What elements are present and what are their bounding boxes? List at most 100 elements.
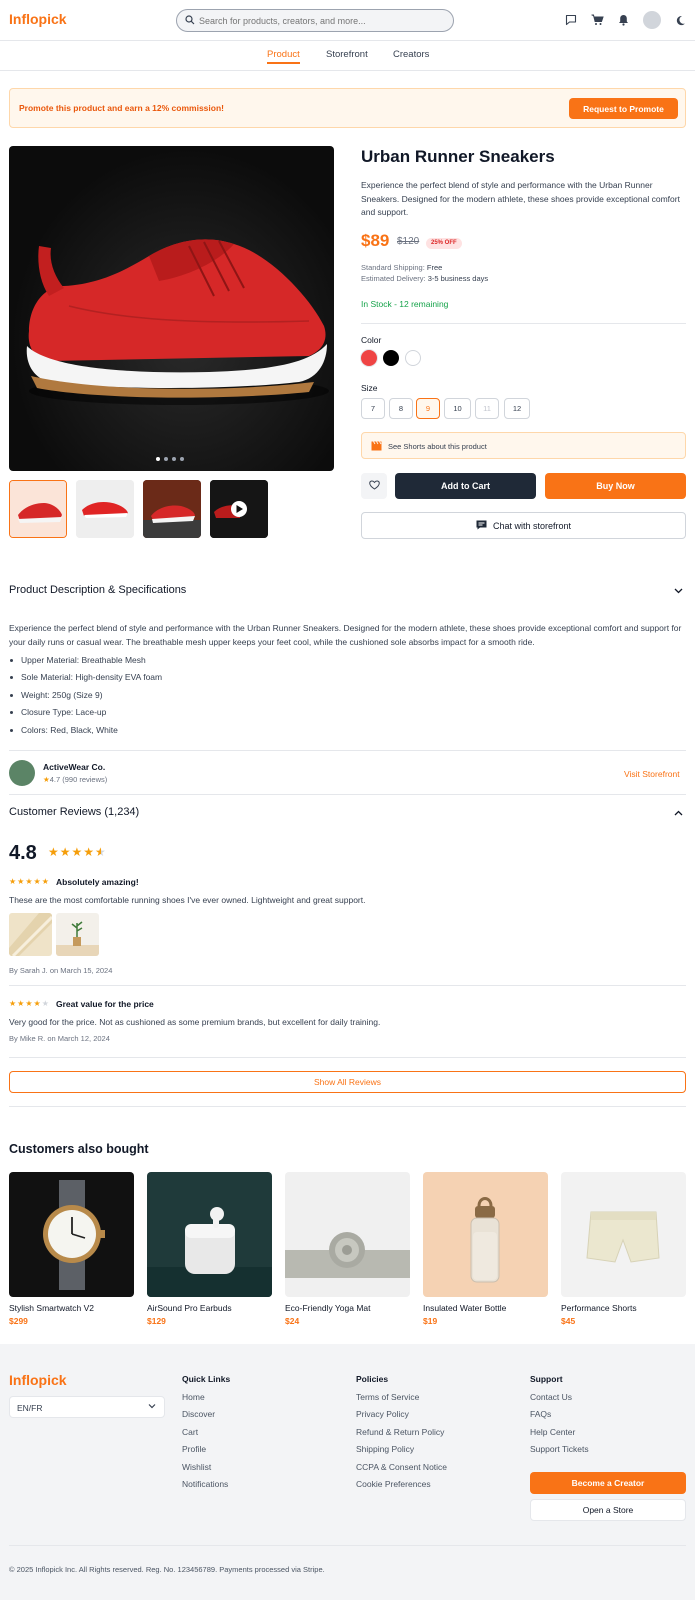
pager-dot[interactable] <box>156 457 160 461</box>
size-option-7[interactable]: 7 <box>361 398 385 419</box>
moon-icon[interactable] <box>672 12 688 28</box>
description-section-title[interactable]: Product Description & Specifications <box>9 584 186 596</box>
review-1-title: Absolutely amazing! <box>56 877 139 887</box>
delivery-info: Estimated Delivery: 3-5 business days <box>361 274 488 283</box>
open-store-button[interactable]: Open a Store <box>530 1499 686 1521</box>
footer-link-privacy[interactable]: Privacy Policy <box>356 1409 447 1426</box>
show-all-reviews-button[interactable]: Show All Reviews <box>9 1071 686 1093</box>
size-option-11[interactable]: 11 <box>475 398 499 419</box>
main-product-image[interactable] <box>9 146 334 471</box>
size-option-12[interactable]: 12 <box>504 398 530 419</box>
add-to-cart-button[interactable]: Add to Cart <box>395 473 536 499</box>
reviews-section-title[interactable]: Customer Reviews (1,234) <box>9 806 139 818</box>
pager-dot[interactable] <box>180 457 184 461</box>
footer-link-wishlist[interactable]: Wishlist <box>182 1462 230 1479</box>
product-card-name: Stylish Smartwatch V2 <box>9 1303 95 1313</box>
product-card[interactable]: Performance Shorts $45 <box>561 1172 686 1326</box>
request-promote-button[interactable]: Request to Promote <box>569 98 678 119</box>
search-bar[interactable] <box>176 9 454 32</box>
chat-icon[interactable] <box>563 12 579 28</box>
tab-creators[interactable]: Creators <box>393 49 429 60</box>
color-swatch-black[interactable] <box>383 350 399 366</box>
pager-dot[interactable] <box>164 457 168 461</box>
seller-avatar[interactable] <box>9 760 35 786</box>
thumbnail-1[interactable] <box>9 480 67 538</box>
seller-name[interactable]: ActiveWear Co. <box>43 762 105 772</box>
thumbnail-3[interactable] <box>143 480 201 538</box>
visit-storefront-link[interactable]: Visit Storefront <box>624 769 680 779</box>
footer-link-contact[interactable]: Contact Us <box>530 1392 589 1409</box>
shoe-thumb-image <box>143 480 201 538</box>
half-star-icon: ★ <box>95 845 107 859</box>
footer-link-terms[interactable]: Terms of Service <box>356 1392 447 1409</box>
spec-list: Upper Material: Breathable Mesh Sole Mat… <box>9 655 162 742</box>
review-1-stars: ★★★★★ <box>9 877 50 886</box>
product-card[interactable]: Eco-Friendly Yoga Mat $24 <box>285 1172 410 1326</box>
product-card[interactable]: Insulated Water Bottle $19 <box>423 1172 548 1326</box>
footer-link-cookies[interactable]: Cookie Preferences <box>356 1479 447 1496</box>
footer-link-refund[interactable]: Refund & Return Policy <box>356 1427 447 1444</box>
shorts-image <box>561 1172 686 1297</box>
footer-link-discover[interactable]: Discover <box>182 1409 230 1426</box>
tab-product[interactable]: Product <box>267 49 300 60</box>
footer-link-faqs[interactable]: FAQs <box>530 1409 589 1426</box>
tab-storefront[interactable]: Storefront <box>326 49 368 60</box>
spec-item: Sole Material: High-density EVA foam <box>9 672 162 689</box>
divider <box>361 323 686 324</box>
pager-dot[interactable] <box>172 457 176 461</box>
footer-link-help[interactable]: Help Center <box>530 1427 589 1444</box>
footer-link-tickets[interactable]: Support Tickets <box>530 1444 589 1461</box>
language-select[interactable]: EN/FR <box>9 1396 165 1418</box>
earbuds-image <box>147 1172 272 1297</box>
product-card-price: $24 <box>285 1316 300 1326</box>
buy-now-button[interactable]: Buy Now <box>545 473 686 499</box>
chat-storefront-button[interactable]: Chat with storefront <box>361 512 686 539</box>
product-card[interactable]: AirSound Pro Earbuds $129 <box>147 1172 272 1326</box>
footer-link-home[interactable]: Home <box>182 1392 230 1409</box>
footer-logo[interactable]: Inflopick <box>9 1372 67 1388</box>
avatar[interactable] <box>643 11 661 29</box>
image-pager-dots[interactable] <box>156 457 184 461</box>
product-card-image[interactable] <box>285 1172 410 1297</box>
product-card-image[interactable] <box>147 1172 272 1297</box>
footer-link-notifications[interactable]: Notifications <box>182 1479 230 1496</box>
become-creator-button[interactable]: Become a Creator <box>530 1472 686 1494</box>
footer-col-title: Support <box>530 1374 563 1384</box>
footer-link-profile[interactable]: Profile <box>182 1444 230 1461</box>
sub-navigation: Product Storefront Creators <box>0 41 695 71</box>
product-card-image[interactable] <box>9 1172 134 1297</box>
size-option-10[interactable]: 10 <box>444 398 471 419</box>
description-text: Experience the perfect blend of style an… <box>9 623 682 647</box>
review-photo-1[interactable] <box>9 913 52 956</box>
discount-badge: 25% OFF <box>426 238 462 249</box>
cart-icon[interactable] <box>589 12 605 28</box>
bell-icon[interactable] <box>615 12 631 28</box>
shorts-link[interactable]: See Shorts about this product <box>361 432 686 459</box>
footer-link-cart[interactable]: Cart <box>182 1427 230 1444</box>
footer-policies: Policies Terms of Service Privacy Policy… <box>356 1374 447 1496</box>
review-1-text: These are the most comfortable running s… <box>9 895 366 905</box>
search-input[interactable] <box>199 13 449 29</box>
sneaker-illustration <box>26 239 329 405</box>
color-swatch-red[interactable] <box>361 350 377 366</box>
product-card-image[interactable] <box>561 1172 686 1297</box>
product-card[interactable]: Stylish Smartwatch V2 $299 <box>9 1172 134 1326</box>
color-swatch-white[interactable] <box>405 350 421 366</box>
thumbnail-2[interactable] <box>76 480 134 538</box>
size-option-8[interactable]: 8 <box>389 398 413 419</box>
wishlist-button[interactable] <box>361 473 387 499</box>
brand-logo[interactable]: Inflopick <box>9 11 67 27</box>
footer-link-ccpa[interactable]: CCPA & Consent Notice <box>356 1462 447 1479</box>
product-title: Urban Runner Sneakers <box>361 147 555 166</box>
search-icon <box>185 15 195 28</box>
chevron-up-icon[interactable] <box>674 808 683 819</box>
size-label: Size <box>361 383 378 393</box>
shoe-thumb-image <box>76 480 134 538</box>
footer-link-shipping[interactable]: Shipping Policy <box>356 1444 447 1461</box>
product-card-image[interactable] <box>423 1172 548 1297</box>
review-photo-2[interactable] <box>56 913 99 956</box>
thumbnail-video[interactable] <box>210 480 268 538</box>
water-bottle-image <box>423 1172 548 1297</box>
chevron-down-icon[interactable] <box>674 586 683 597</box>
size-option-9[interactable]: 9 <box>416 398 440 419</box>
